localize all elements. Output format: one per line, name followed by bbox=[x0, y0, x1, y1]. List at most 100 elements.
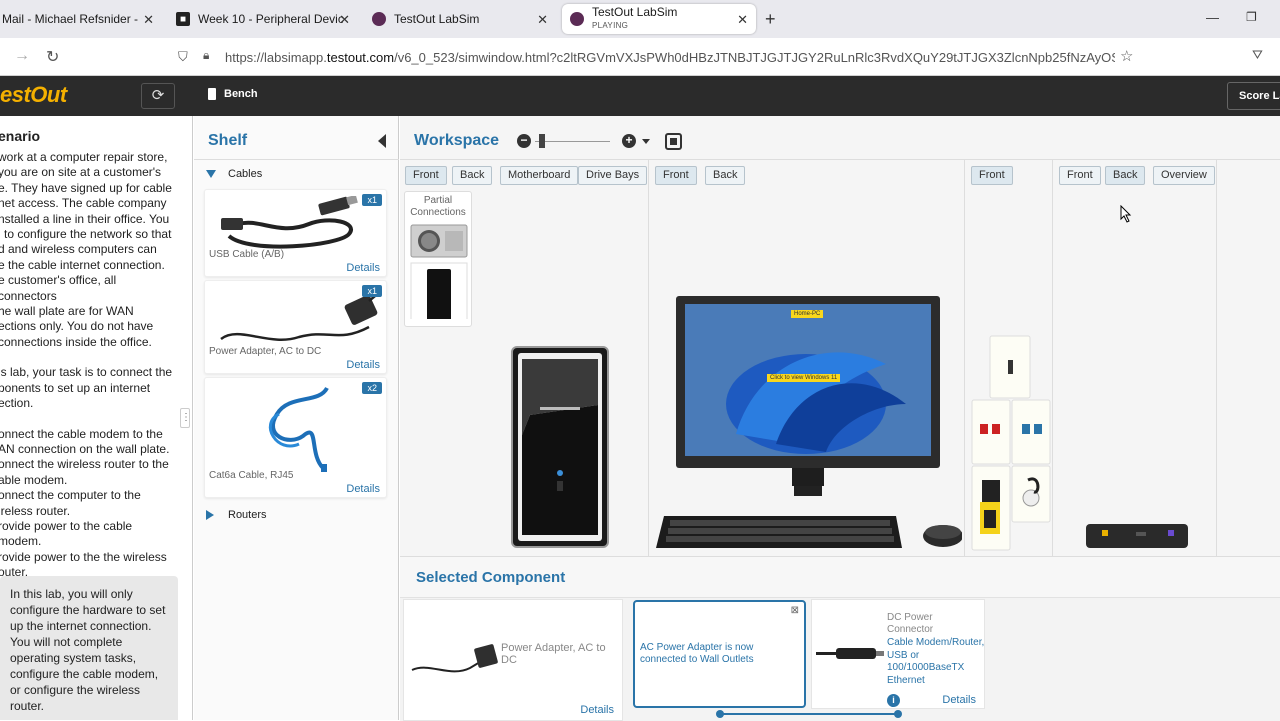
refresh-button[interactable]: ⟳ bbox=[141, 83, 175, 109]
monitor-view-front[interactable]: Front bbox=[655, 166, 697, 185]
pocket-icon[interactable]: ⛛ bbox=[1252, 47, 1263, 63]
close-icon[interactable]: ✕ bbox=[143, 12, 154, 28]
course-icon: ■ bbox=[176, 12, 190, 26]
workspace-title: Workspace bbox=[414, 132, 500, 149]
scenario-panel: enario work at a computer repair store, … bbox=[0, 116, 193, 720]
pc-view-front[interactable]: Front bbox=[405, 166, 447, 185]
category-cables[interactable]: Cables bbox=[206, 168, 262, 180]
pc-view-motherboard[interactable]: Motherboard bbox=[500, 166, 579, 185]
workspace-panel: Workspace − + Front Back Motherboard Dri… bbox=[400, 116, 1280, 556]
connection-dot bbox=[716, 710, 724, 718]
details-link[interactable]: Details bbox=[346, 262, 380, 274]
text-line: d and wireless computers can bbox=[0, 242, 157, 257]
restore-icon[interactable]: ❐ bbox=[1246, 10, 1257, 24]
text-line: e the cable internet connection. bbox=[0, 257, 165, 272]
tab-week10[interactable]: ■ Week 10 - Peripheral Devices - ( ✕ bbox=[168, 0, 358, 38]
shelf-item-usb-cable[interactable]: x1 USB Cable (A/B) Details bbox=[204, 189, 387, 277]
details-link[interactable]: Details bbox=[346, 483, 380, 495]
tab-labsim-1[interactable]: TestOut LabSim ✕ bbox=[364, 0, 556, 38]
tab-labsim-active[interactable]: TestOut LabSim PLAYING ✕ bbox=[562, 4, 756, 34]
details-link[interactable]: Details bbox=[942, 694, 976, 706]
pc-view-drive-bays[interactable]: Drive Bays bbox=[578, 166, 648, 185]
wall-plate-image[interactable] bbox=[970, 334, 1052, 552]
scenario-title: enario bbox=[0, 128, 41, 144]
zoom-slider-thumb[interactable] bbox=[539, 134, 545, 148]
address-bar[interactable]: ⛉ 🔒︎ https://labsimapp.testout.com/v6_0_… bbox=[170, 42, 1145, 72]
info-icon[interactable]: i bbox=[887, 694, 900, 707]
score-lab-button[interactable]: Score La bbox=[1227, 82, 1280, 110]
connection-line bbox=[720, 713, 810, 715]
pc-tower-image[interactable] bbox=[510, 345, 610, 550]
monitor-image[interactable] bbox=[676, 294, 940, 496]
new-tab-button[interactable]: + bbox=[765, 9, 776, 30]
tab-mail[interactable]: Mail - Michael Refsnider - Outlo ✕ bbox=[0, 0, 162, 38]
router-view-back[interactable]: Back bbox=[1105, 166, 1146, 185]
category-cables-label: Cables bbox=[228, 168, 263, 180]
connection-line bbox=[810, 713, 900, 715]
monitor-click-label[interactable]: Click to view Windows 11 bbox=[767, 374, 841, 382]
partial-connections-panel: Partial Connections bbox=[404, 191, 472, 327]
quantity-badge: x2 bbox=[362, 382, 382, 394]
text-line: l to configure the network so that bbox=[0, 227, 172, 242]
task-line: ireless router. bbox=[0, 503, 71, 518]
pc-view-back[interactable]: Back bbox=[452, 166, 493, 185]
browser-nav-bar: → ↻ ⛉ 🔒︎ https://labsimapp.testout.com/v… bbox=[0, 38, 1280, 76]
keyboard-mouse-image[interactable] bbox=[652, 512, 962, 552]
zoom-out-icon[interactable]: − bbox=[517, 134, 531, 148]
details-link[interactable]: Details bbox=[346, 359, 380, 371]
shelf-item-cat6a-cable[interactable]: x2 Cat6a Cable, RJ45 Details bbox=[204, 377, 387, 498]
router-view-overview[interactable]: Overview bbox=[1153, 166, 1215, 185]
shelf-item-name: Cat6a Cable, RJ45 bbox=[209, 470, 294, 481]
text-line: you are on site at a customer's bbox=[0, 165, 162, 180]
fit-to-screen-icon[interactable] bbox=[665, 133, 682, 150]
monitor-view-back[interactable]: Back bbox=[705, 166, 746, 185]
zoom-dropdown-icon[interactable] bbox=[642, 139, 650, 144]
close-icon[interactable]: ✕ bbox=[339, 12, 350, 28]
divider bbox=[1216, 160, 1217, 556]
forward-icon[interactable]: → bbox=[14, 47, 30, 65]
collapse-left-icon[interactable] bbox=[378, 134, 386, 148]
partial-components-images[interactable] bbox=[405, 219, 473, 324]
zoom-slider-track[interactable] bbox=[535, 141, 610, 142]
connection-message-card: ⊠ AC Power Adapter is now connected to W… bbox=[633, 600, 806, 708]
shelf-item-power-adapter[interactable]: x1 Power Adapter, AC to DC Details bbox=[204, 280, 387, 374]
expand-right-icon bbox=[206, 510, 214, 520]
scenario-para-2: is lab, your task is to connect the pone… bbox=[0, 365, 176, 411]
zoom-in-icon[interactable]: + bbox=[622, 134, 636, 148]
monitor-computer-label: Home-PC bbox=[791, 310, 824, 318]
task-line: onnect the computer to the bbox=[0, 488, 141, 503]
panel-resize-handle[interactable]: ⋮ bbox=[180, 408, 191, 428]
url-domain: testout.com bbox=[326, 49, 395, 65]
category-routers[interactable]: Routers bbox=[206, 509, 267, 521]
close-icon[interactable]: ✕ bbox=[537, 12, 548, 28]
tab-labsim-1-label: TestOut LabSim bbox=[394, 12, 480, 26]
shelf-item-name: Power Adapter, AC to DC bbox=[209, 346, 322, 357]
shelf-item-name: USB Cable (A/B) bbox=[209, 249, 285, 260]
selected-component-card[interactable]: Power Adapter, AC to DC Details bbox=[403, 599, 623, 721]
divider bbox=[964, 160, 965, 556]
details-link[interactable]: Details bbox=[580, 704, 614, 716]
minimize-icon[interactable]: — bbox=[1206, 10, 1219, 25]
close-icon[interactable]: ⊠ bbox=[791, 605, 799, 617]
selected-component-panel: Selected Component Power Adapter, AC to … bbox=[400, 556, 1280, 721]
mouse-cursor-icon bbox=[1120, 205, 1132, 223]
reload-icon[interactable]: ↻ bbox=[46, 47, 59, 67]
wallplate-view-front[interactable]: Front bbox=[971, 166, 1013, 185]
dc-connector-image bbox=[816, 648, 884, 659]
cat6a-cable-image bbox=[268, 386, 329, 472]
close-icon[interactable]: ✕ bbox=[737, 12, 748, 28]
text-line: work at a computer repair store, bbox=[0, 150, 168, 164]
bookmark-star-icon[interactable]: ☆ bbox=[1120, 47, 1133, 65]
connector-compatibility-link[interactable]: Cable Modem/Router, USB or 100/1000BaseT… bbox=[887, 637, 985, 687]
cable-modem-image[interactable] bbox=[1086, 520, 1188, 550]
connector-card[interactable]: DC Power Connector Cable Modem/Router, U… bbox=[811, 599, 985, 709]
tab-week10-label: Week 10 - Peripheral Devices - ( bbox=[198, 12, 343, 26]
workspace-header: Workspace − + bbox=[400, 116, 1280, 160]
bench-button[interactable]: Bench bbox=[208, 88, 258, 100]
quantity-badge: x1 bbox=[362, 285, 382, 297]
testout-icon bbox=[372, 12, 386, 26]
router-view-front[interactable]: Front bbox=[1059, 166, 1101, 185]
shelf-title: Shelf bbox=[208, 132, 248, 149]
task-line: onnect the wireless router to the bbox=[0, 457, 169, 472]
power-adapter-image bbox=[411, 644, 498, 673]
